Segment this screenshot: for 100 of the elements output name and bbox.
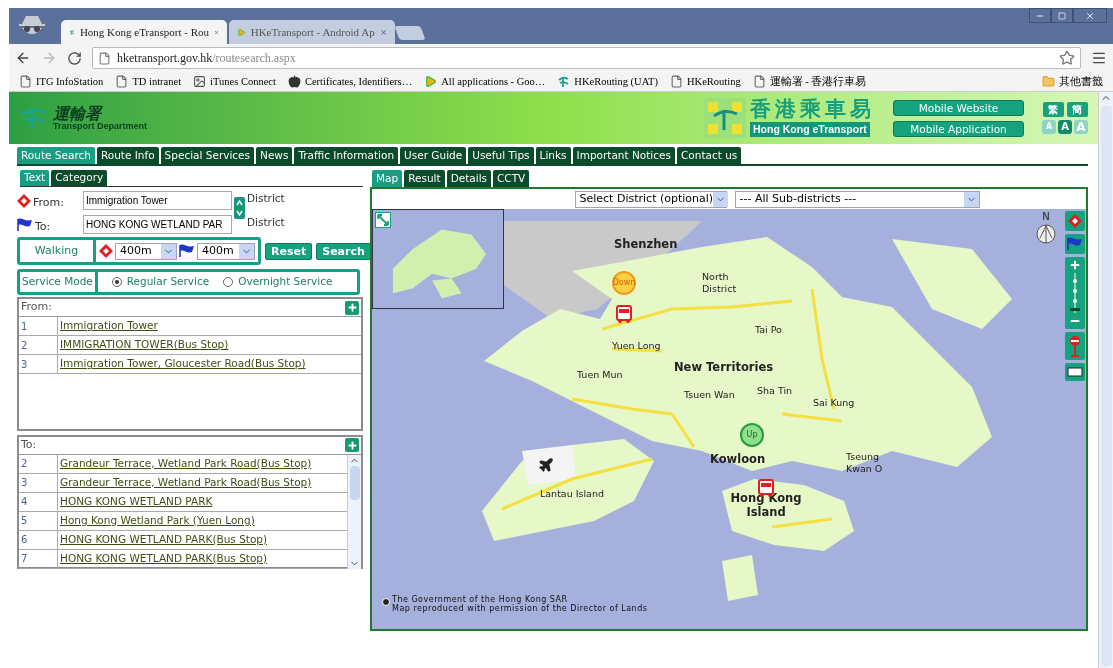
play-icon [424, 75, 438, 88]
screen-button[interactable] [1065, 363, 1085, 381]
nav-tab[interactable]: User Guide [400, 147, 467, 164]
expand-icon [377, 214, 389, 226]
address-bar[interactable]: hketransport.gov.hk/routesearch.aspx [92, 47, 1081, 69]
place-link[interactable]: HONG KONG WETLAND PARK [58, 493, 213, 510]
folder-icon [1042, 75, 1055, 88]
airplane-icon [538, 457, 554, 473]
place-link[interactable]: IMMIGRATION TOWER(Bus Stop) [58, 337, 229, 353]
district-link[interactable]: District [247, 214, 285, 231]
subdistrict-select[interactable]: --- All Sub-districts --- [734, 190, 980, 208]
nav-tab[interactable]: Special Services [160, 147, 255, 164]
service-radio[interactable]: Regular Service [111, 274, 210, 290]
map-label: Lantau Island [540, 488, 604, 500]
place-link[interactable]: Hong Kong Wetland Park (Yuen Long) [58, 512, 255, 529]
location-input[interactable]: Immigration Tower [83, 191, 232, 210]
place-link[interactable]: Immigration Tower, Gloucester Road(Bus Stop) [58, 356, 306, 372]
plus-icon [346, 302, 358, 313]
place-link[interactable]: Grandeur Terrace, Wetland Park Road(Bus Stop) [58, 474, 312, 491]
minimize-button[interactable] [1029, 8, 1051, 23]
bookmark-item[interactable]: ITG InfoStation [19, 73, 104, 90]
bookmark-item[interactable]: 運輸署 - 香港行車易 [752, 73, 867, 90]
back-icon[interactable] [15, 50, 31, 66]
map-label: Tseung Kwan O [846, 451, 884, 475]
district-select[interactable]: Select District (optional) [574, 190, 727, 208]
bookmark-star-icon[interactable] [1059, 50, 1075, 66]
walking-label: Walking [20, 240, 96, 262]
tab-title: HKeTransport - Android Ap [250, 24, 375, 40]
origin-marker-button[interactable] [1065, 211, 1085, 231]
distance-select[interactable]: 400m [197, 242, 255, 260]
row-number: 2 [19, 336, 58, 354]
zoom-in-icon[interactable] [1069, 259, 1081, 271]
distance-select[interactable]: 400m [115, 242, 177, 260]
nav-tab[interactable]: Contact us [677, 147, 742, 164]
place-link[interactable]: HONG KONG WETLAND PARK(Bus Stop) [58, 531, 268, 548]
url-text: hketransport.gov.hk/routesearch.aspx [117, 50, 296, 67]
bookmark-item[interactable]: HKeRouting [670, 73, 741, 90]
flag-icon [179, 244, 195, 258]
screen-icon [1067, 367, 1083, 377]
nav-tab[interactable]: Useful Tips [468, 147, 534, 164]
browser-tab[interactable]: HKeTransport - Android Ap [229, 20, 395, 44]
map-label: Shenzhen [614, 237, 678, 252]
zoom-slider-icon[interactable] [1070, 273, 1080, 313]
close-button[interactable] [1073, 8, 1107, 23]
place-link[interactable]: HONG KONG WETLAND PARK(Bus Stop) [58, 550, 268, 567]
font-size-button[interactable]: A [1058, 120, 1072, 134]
compass-icon [1036, 224, 1056, 244]
maximize-icon [1058, 11, 1066, 20]
bus-stop-button[interactable] [1065, 332, 1085, 360]
zoom-control[interactable] [1065, 257, 1085, 329]
place-link[interactable]: Immigration Tower [58, 318, 158, 334]
map-label: Tuen Mun [577, 369, 623, 381]
bookmark-item[interactable]: HKeRouting (UAT) [557, 73, 658, 90]
service-mode-label: Service Mode [20, 272, 98, 292]
scrollbar[interactable] [347, 454, 361, 569]
bookmark-item[interactable]: TD intranet [115, 73, 182, 90]
nav-tab[interactable]: Important Notices [572, 147, 675, 164]
nav-tab[interactable]: News [256, 147, 293, 164]
logo-icon [19, 106, 47, 130]
bookmark-item[interactable]: Certificates, Identifiers… [287, 73, 413, 90]
map-label: Kowloon [710, 452, 766, 467]
field-label: From: [33, 194, 64, 211]
scroll-thumb[interactable] [349, 465, 360, 500]
row-number: 3 [19, 473, 58, 492]
menu-icon[interactable] [1091, 50, 1107, 66]
district-link[interactable]: District [247, 191, 285, 207]
expand-button[interactable] [375, 212, 391, 228]
service-radio[interactable]: Overnight Service [223, 274, 333, 290]
page-icon [670, 75, 683, 88]
search-tab[interactable]: Category [51, 170, 108, 186]
bookmark-item[interactable]: iTunes Connect [193, 73, 276, 90]
add-button[interactable] [345, 300, 359, 315]
origin-marker-icon [17, 193, 31, 208]
logo-icon [557, 75, 571, 88]
browser-tab[interactable]: Hong Kong eTransport - Rou [61, 20, 227, 44]
bookmark-folder[interactable]: 其他書籤 [1042, 73, 1103, 90]
row-number: 2 [19, 454, 58, 473]
bus-icon [616, 305, 632, 323]
nav-tab[interactable]: Traffic Information [294, 147, 399, 164]
apple-icon [287, 75, 301, 88]
destination-marker-button[interactable] [1065, 234, 1085, 254]
tab-title: Hong Kong eTransport - Rou [79, 24, 210, 40]
nav-tab[interactable]: Route Info [96, 147, 159, 164]
nav-tab[interactable]: Links [535, 147, 571, 164]
map-tab[interactable]: Details [446, 170, 492, 187]
new-tab-button[interactable] [394, 26, 426, 40]
reload-icon[interactable] [67, 50, 82, 66]
location-input[interactable]: HONG KONG WETLAND PAR [83, 215, 232, 234]
field-label: To: [35, 218, 51, 235]
add-button[interactable] [345, 438, 359, 453]
bookmark-item[interactable]: All applications - Goo… [424, 73, 546, 90]
map-tab[interactable]: CCTV [493, 170, 530, 187]
swap-button[interactable] [234, 197, 245, 219]
map-tab[interactable]: Result [404, 170, 445, 187]
page-icon [115, 75, 129, 88]
row-number: 3 [19, 355, 58, 373]
page-scrollbar[interactable] [1098, 92, 1113, 668]
maximize-button[interactable] [1051, 8, 1073, 23]
place-link[interactable]: Grandeur Terrace, Wetland Park Road(Bus Stop) [58, 455, 312, 472]
map-label: Sha Tin [757, 385, 793, 397]
